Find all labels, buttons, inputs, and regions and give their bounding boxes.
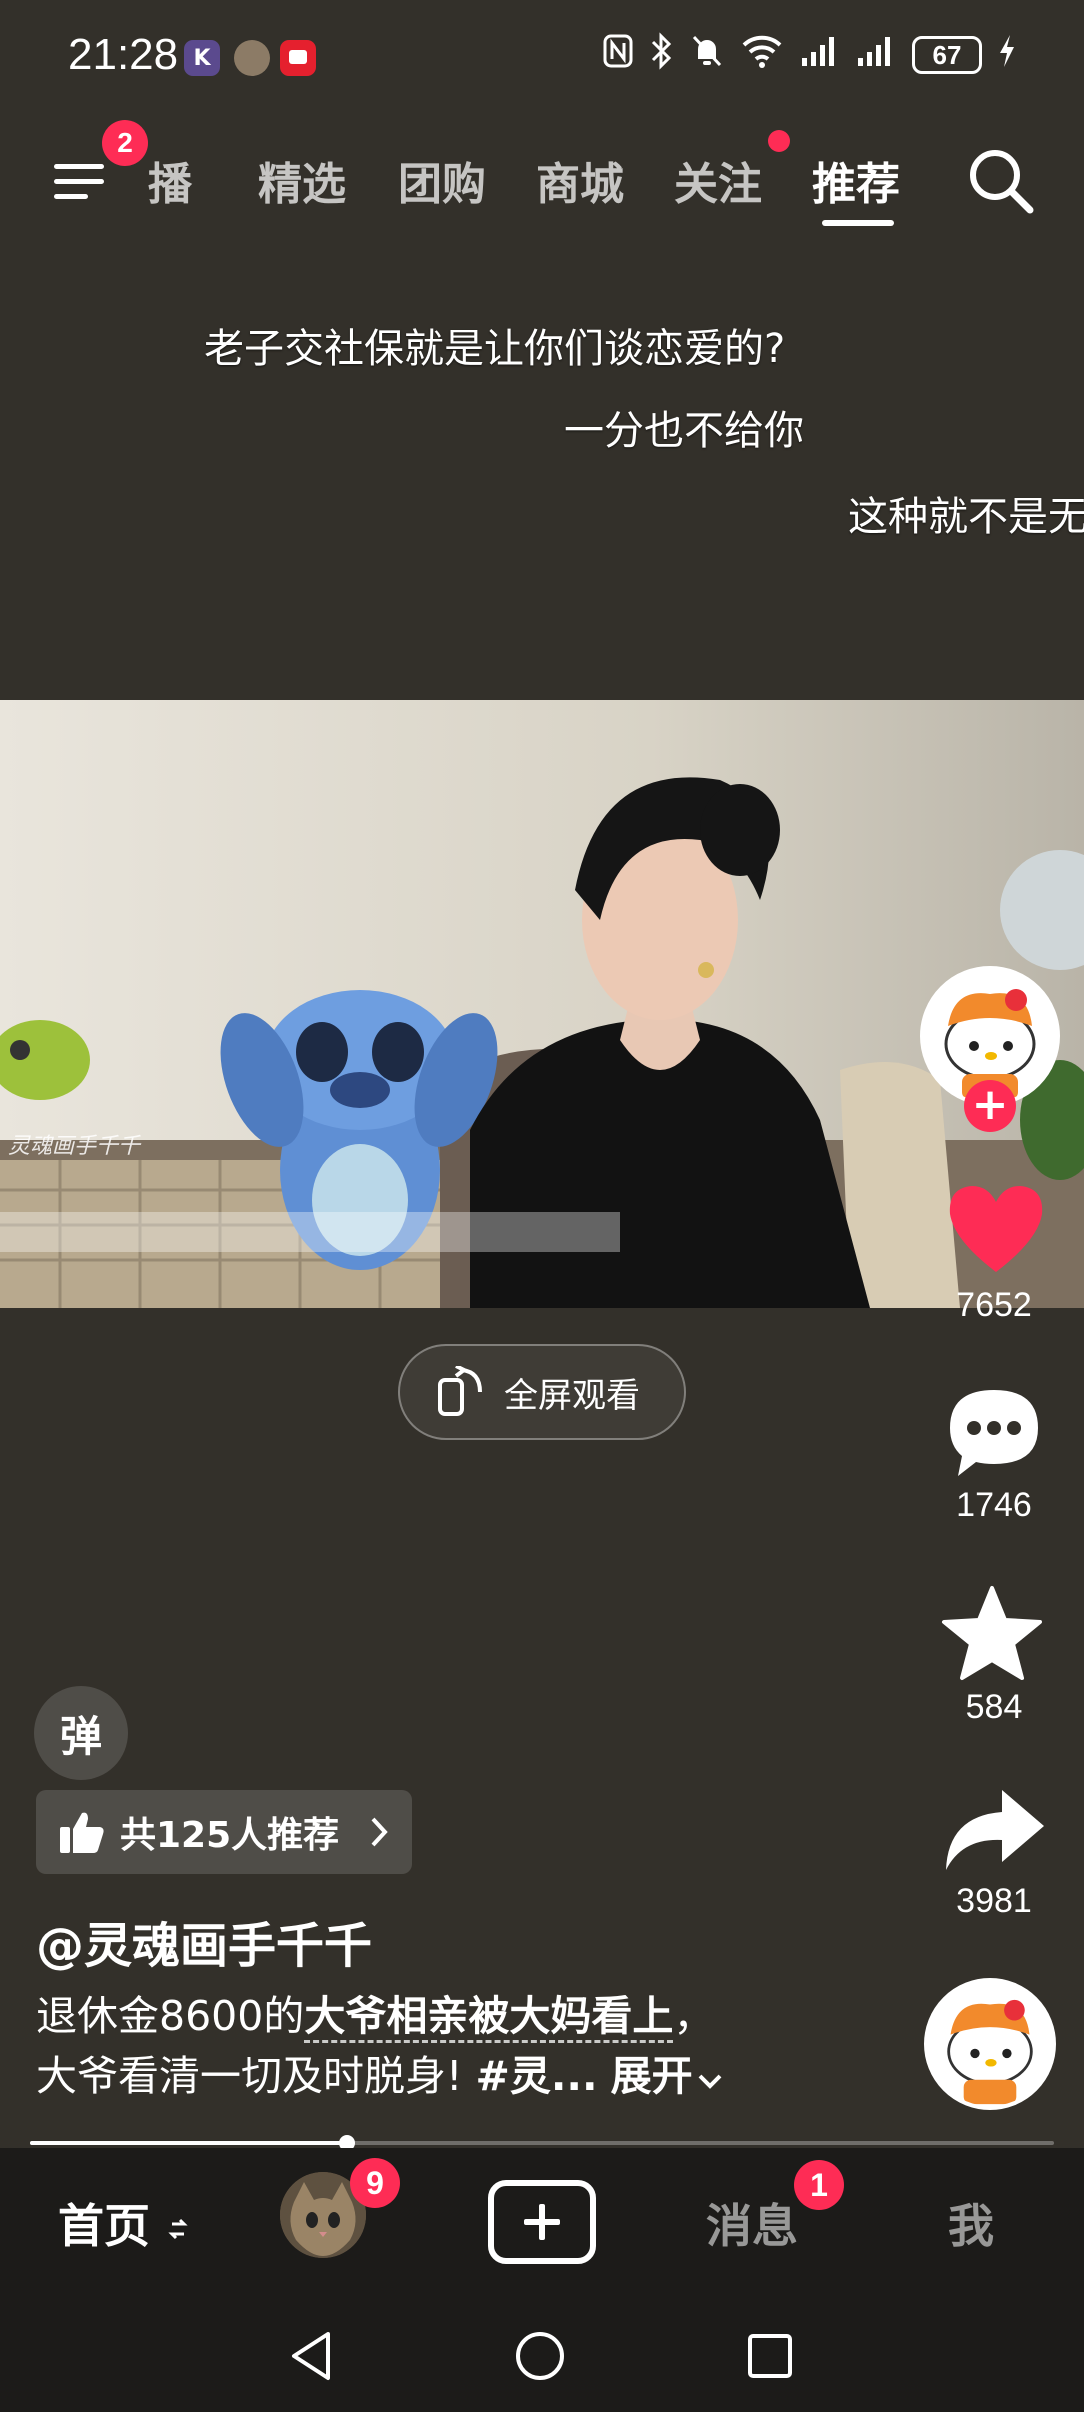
video-progress-fill: [30, 2141, 347, 2145]
charging-icon: [998, 33, 1016, 77]
video-player[interactable]: 灵魂画手千千: [0, 700, 1084, 1308]
k-app-icon: K: [184, 40, 220, 76]
tab-messages[interactable]: 消息: [706, 2190, 798, 2256]
nfc-icon: [602, 33, 634, 77]
video-progress-bar[interactable]: [30, 2135, 1054, 2151]
messages-badge: 1: [794, 2160, 844, 2210]
danmaku-toggle-label: 弹: [59, 1711, 102, 1761]
tab-me[interactable]: 我: [948, 2190, 994, 2256]
signal-icon: [856, 34, 896, 76]
tab-recommended[interactable]: 推荐: [812, 148, 900, 212]
danmaku-comment: 这种就不是无: [848, 494, 1084, 540]
search-icon: [970, 150, 1034, 214]
caption-text: 大爷看清一切及时脱身!: [36, 2052, 463, 2100]
tab-home-label: 首页: [58, 2199, 150, 2253]
share-count: 3981: [956, 1882, 1032, 1920]
share-button[interactable]: [940, 1784, 1048, 1880]
status-icons: 67: [602, 30, 1016, 80]
comment-button[interactable]: [944, 1384, 1044, 1484]
share-arrow-icon: [946, 1790, 1044, 1870]
tab-live[interactable]: 播: [148, 148, 192, 212]
following-new-dot: [768, 130, 790, 152]
hello-kitty-music-image: [928, 1982, 1052, 2106]
comment-bubble-icon: [950, 1390, 1038, 1476]
rotate-screen-icon: [438, 1366, 482, 1416]
danmaku-comment: 一分也不给你: [564, 408, 804, 454]
recents-square-icon[interactable]: [742, 2328, 798, 2384]
menu-button[interactable]: [50, 150, 110, 210]
tab-mall[interactable]: 商城: [536, 148, 624, 212]
caption-hashtag[interactable]: #灵...: [475, 2052, 597, 2100]
home-circle-icon[interactable]: [512, 2328, 568, 2384]
status-bar: 21:28 K 67: [0, 0, 1084, 110]
comment-count: 1746: [956, 1486, 1032, 1524]
bottom-tab-bar: 首页 9 消息 1 我: [0, 2148, 1084, 2298]
recommend-pill[interactable]: 共125人推荐: [36, 1790, 412, 1874]
active-tab-indicator: [822, 220, 894, 226]
create-button[interactable]: [488, 2180, 596, 2264]
favorite-button[interactable]: [940, 1584, 1044, 1688]
danmaku-toggle-button[interactable]: 弹: [34, 1686, 128, 1780]
signal-icon: [800, 34, 840, 76]
friends-badge: 9: [350, 2158, 400, 2208]
clock: 21:28: [68, 30, 179, 79]
tab-group-buy[interactable]: 团购: [398, 148, 486, 212]
tab-following[interactable]: 关注: [674, 148, 762, 212]
chevron-down-icon: [698, 2074, 722, 2089]
red-app-icon: [280, 40, 316, 76]
author-name[interactable]: @灵魂画手千千: [36, 1906, 372, 1976]
music-disc[interactable]: [924, 1978, 1056, 2110]
recommend-text: 共125人推荐: [120, 1815, 340, 1856]
avatar-notification-icon: [234, 40, 270, 76]
menu-badge: 2: [102, 120, 148, 166]
follow-plus-button[interactable]: +: [964, 1080, 1016, 1132]
bluetooth-icon: [650, 32, 674, 78]
like-count: 7652: [956, 1286, 1032, 1324]
video-watermark: 灵魂画手千千: [8, 1134, 141, 1159]
fullscreen-button[interactable]: 全屏观看: [398, 1344, 686, 1440]
heart-icon: [949, 1186, 1043, 1272]
like-button[interactable]: [944, 1180, 1048, 1280]
top-nav: 2 播 精选 团购 商城 关注 推荐: [0, 120, 1084, 240]
caption-text: 退休金8600的: [36, 1992, 305, 2040]
tab-home[interactable]: 首页: [58, 2190, 188, 2256]
battery-indicator: 67: [912, 36, 982, 74]
wifi-icon: [740, 33, 784, 77]
video-caption: 退休金8600的大爷相亲被大妈看上， 大爷看清一切及时脱身! #灵... 展开: [36, 1986, 896, 2106]
star-icon: [942, 1586, 1042, 1680]
back-triangle-icon[interactable]: [284, 2328, 340, 2384]
plus-icon: [524, 2204, 560, 2240]
mute-bell-icon: [690, 33, 724, 77]
favorite-count: 584: [965, 1688, 1023, 1726]
thumbs-up-icon: [60, 1812, 104, 1853]
tab-featured[interactable]: 精选: [258, 148, 346, 212]
video-frame-image: [0, 700, 1084, 1308]
fullscreen-label: 全屏观看: [504, 1375, 640, 1416]
caption-highlight-link[interactable]: 大爷相亲被大妈看上: [304, 1992, 674, 2043]
system-nav-bar: [0, 2298, 1084, 2412]
caption-text: ，: [673, 1992, 715, 2040]
swap-arrows-icon: [168, 2218, 188, 2240]
expand-caption-button[interactable]: 展开: [611, 2052, 693, 2100]
search-button[interactable]: [964, 144, 1038, 218]
danmaku-comment: 老子交社保就是让你们谈恋爱的?: [204, 326, 786, 372]
chevron-right-icon: [371, 1817, 388, 1847]
